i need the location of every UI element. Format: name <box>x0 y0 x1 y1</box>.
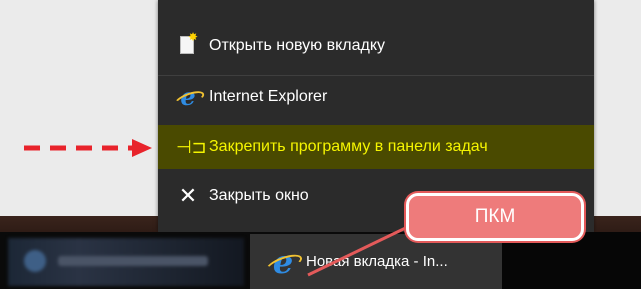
new-tab-icon: ✸ <box>176 30 200 58</box>
annotation-callout: ПКМ <box>406 193 584 241</box>
jump-list-item-pin-to-taskbar[interactable]: ⊣⊐ Закрепить программу в панели задач <box>158 125 594 169</box>
jump-list-item-internet-explorer[interactable]: e Internet Explorer <box>158 77 594 117</box>
annotation-arrow <box>24 139 152 157</box>
internet-explorer-icon: e <box>172 85 207 110</box>
jump-list-item-label: Internet Explorer <box>209 88 328 105</box>
jump-list-item-label: Закрыть окно <box>209 187 309 204</box>
internet-explorer-icon: e <box>263 246 305 278</box>
jump-list-item-new-tab[interactable]: ✸ Открыть новую вкладку <box>158 26 594 66</box>
jump-list-item-label: Открыть новую вкладку <box>209 37 386 54</box>
blurred-label <box>58 256 208 266</box>
jump-list-item-label: Закрепить программу в панели задач <box>209 138 488 155</box>
close-icon: ✕ <box>178 183 198 208</box>
pin-icon: ⊣⊐ <box>176 137 207 157</box>
taskbar-button-internet-explorer[interactable]: e Новая вкладка - In... <box>250 234 502 289</box>
callout-text: ПКМ <box>474 206 516 227</box>
taskbar-button-blurred[interactable] <box>8 238 244 286</box>
taskbar-button-label: Новая вкладка - In... <box>306 253 448 270</box>
app-icon <box>24 250 46 272</box>
jump-list-divider <box>158 75 594 76</box>
